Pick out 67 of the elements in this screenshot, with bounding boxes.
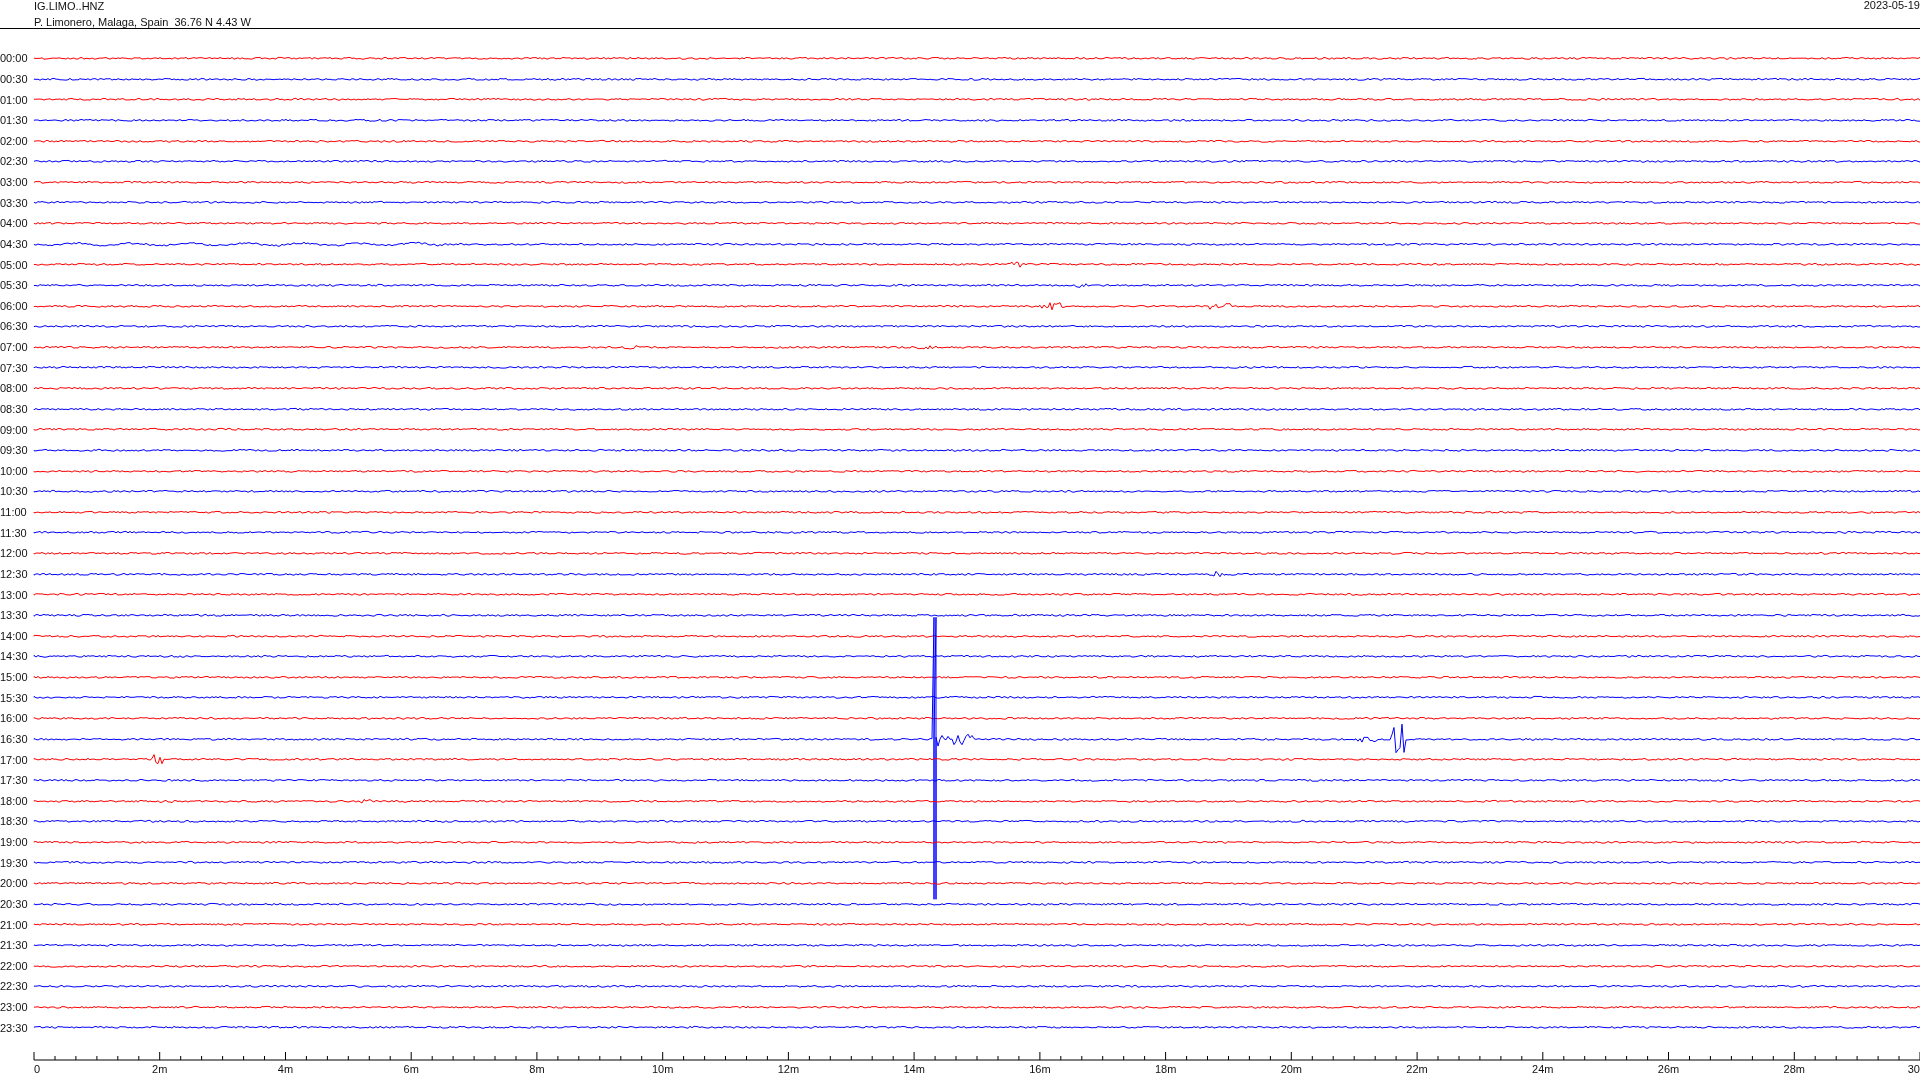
- time-label: 06:30: [0, 320, 29, 333]
- plot-date: 2023-05-19: [1863, 0, 1920, 13]
- time-label: 18:00: [0, 794, 29, 807]
- time-label: 20:00: [0, 877, 29, 890]
- time-label: 14:30: [0, 650, 29, 663]
- time-label: 01:00: [0, 93, 29, 106]
- time-label: 05:30: [0, 279, 29, 292]
- time-label: 04:30: [0, 237, 29, 250]
- time-label: 11:00: [0, 506, 28, 519]
- time-label: 08:30: [0, 402, 29, 415]
- time-label: 16:30: [0, 732, 29, 745]
- time-label: 10:30: [0, 485, 29, 498]
- time-label: 17:30: [0, 774, 29, 787]
- time-label: 01:30: [0, 114, 29, 127]
- time-label: 22:00: [0, 959, 29, 972]
- time-label: 15:00: [0, 671, 29, 684]
- time-label: 19:00: [0, 836, 29, 849]
- axis-tick-label: 22m: [1406, 1063, 1428, 1076]
- time-label: 22:30: [0, 980, 29, 993]
- time-label: 13:00: [0, 588, 29, 601]
- time-label: 16:00: [0, 712, 29, 725]
- time-label: 00:30: [0, 72, 29, 85]
- time-label: 12:30: [0, 567, 29, 580]
- time-label: 06:00: [0, 299, 29, 312]
- axis-tick-label: 4m: [277, 1063, 294, 1076]
- time-label: 03:00: [0, 176, 29, 189]
- time-label: 21:30: [0, 939, 29, 952]
- time-label: 02:00: [0, 134, 29, 147]
- time-label: 19:30: [0, 856, 29, 869]
- time-label: 05:00: [0, 258, 29, 271]
- time-label: 20:30: [0, 897, 29, 910]
- time-label: 08:00: [0, 382, 29, 395]
- time-label: 14:00: [0, 629, 29, 642]
- axis-tick-label: 16m: [1029, 1063, 1051, 1076]
- axis-tick-label: 14m: [903, 1063, 925, 1076]
- time-label: 07:30: [0, 361, 29, 374]
- station-code: IG.LIMO..HNZ: [34, 0, 106, 13]
- axis-tick-label: 12m: [777, 1063, 800, 1076]
- time-label: 12:00: [0, 547, 29, 560]
- time-label: 09:00: [0, 423, 29, 436]
- time-label: 21:00: [0, 918, 29, 931]
- time-label: 09:30: [0, 444, 29, 457]
- time-label: 07:00: [0, 341, 29, 354]
- axis-tick-label: 28m: [1783, 1063, 1805, 1076]
- axis-tick-label: 30: [1907, 1063, 1920, 1076]
- time-label: 03:30: [0, 196, 29, 209]
- axis-tick-label: 2m: [152, 1063, 168, 1076]
- axis-tick-label: 8m: [529, 1063, 545, 1076]
- axis-tick-label: 24m: [1532, 1063, 1554, 1076]
- time-label: 04:00: [0, 217, 29, 230]
- time-label: 23:00: [0, 1001, 29, 1014]
- time-label: 15:30: [0, 691, 29, 704]
- axis-tick-label: 26m: [1657, 1063, 1680, 1076]
- axis-tick-label: 18m: [1154, 1063, 1177, 1076]
- time-label: 23:30: [0, 1021, 29, 1034]
- axis-tick-label: 20m: [1280, 1063, 1303, 1076]
- axis-tick-label: 10m: [651, 1063, 674, 1076]
- time-label: 17:00: [0, 753, 29, 766]
- time-label: 00:00: [0, 52, 29, 65]
- axis-tick-label: 0: [34, 1063, 41, 1076]
- time-label: 02:30: [0, 155, 29, 168]
- time-label: 13:30: [0, 609, 29, 622]
- time-label: 11:30: [0, 526, 28, 539]
- axis-tick-label: 6m: [403, 1063, 419, 1076]
- time-label: 18:30: [0, 815, 29, 828]
- time-label: 10:00: [0, 464, 29, 477]
- station-location: P. Limonero, Malaga, Spain 36.76 N 4.43 W: [34, 16, 251, 29]
